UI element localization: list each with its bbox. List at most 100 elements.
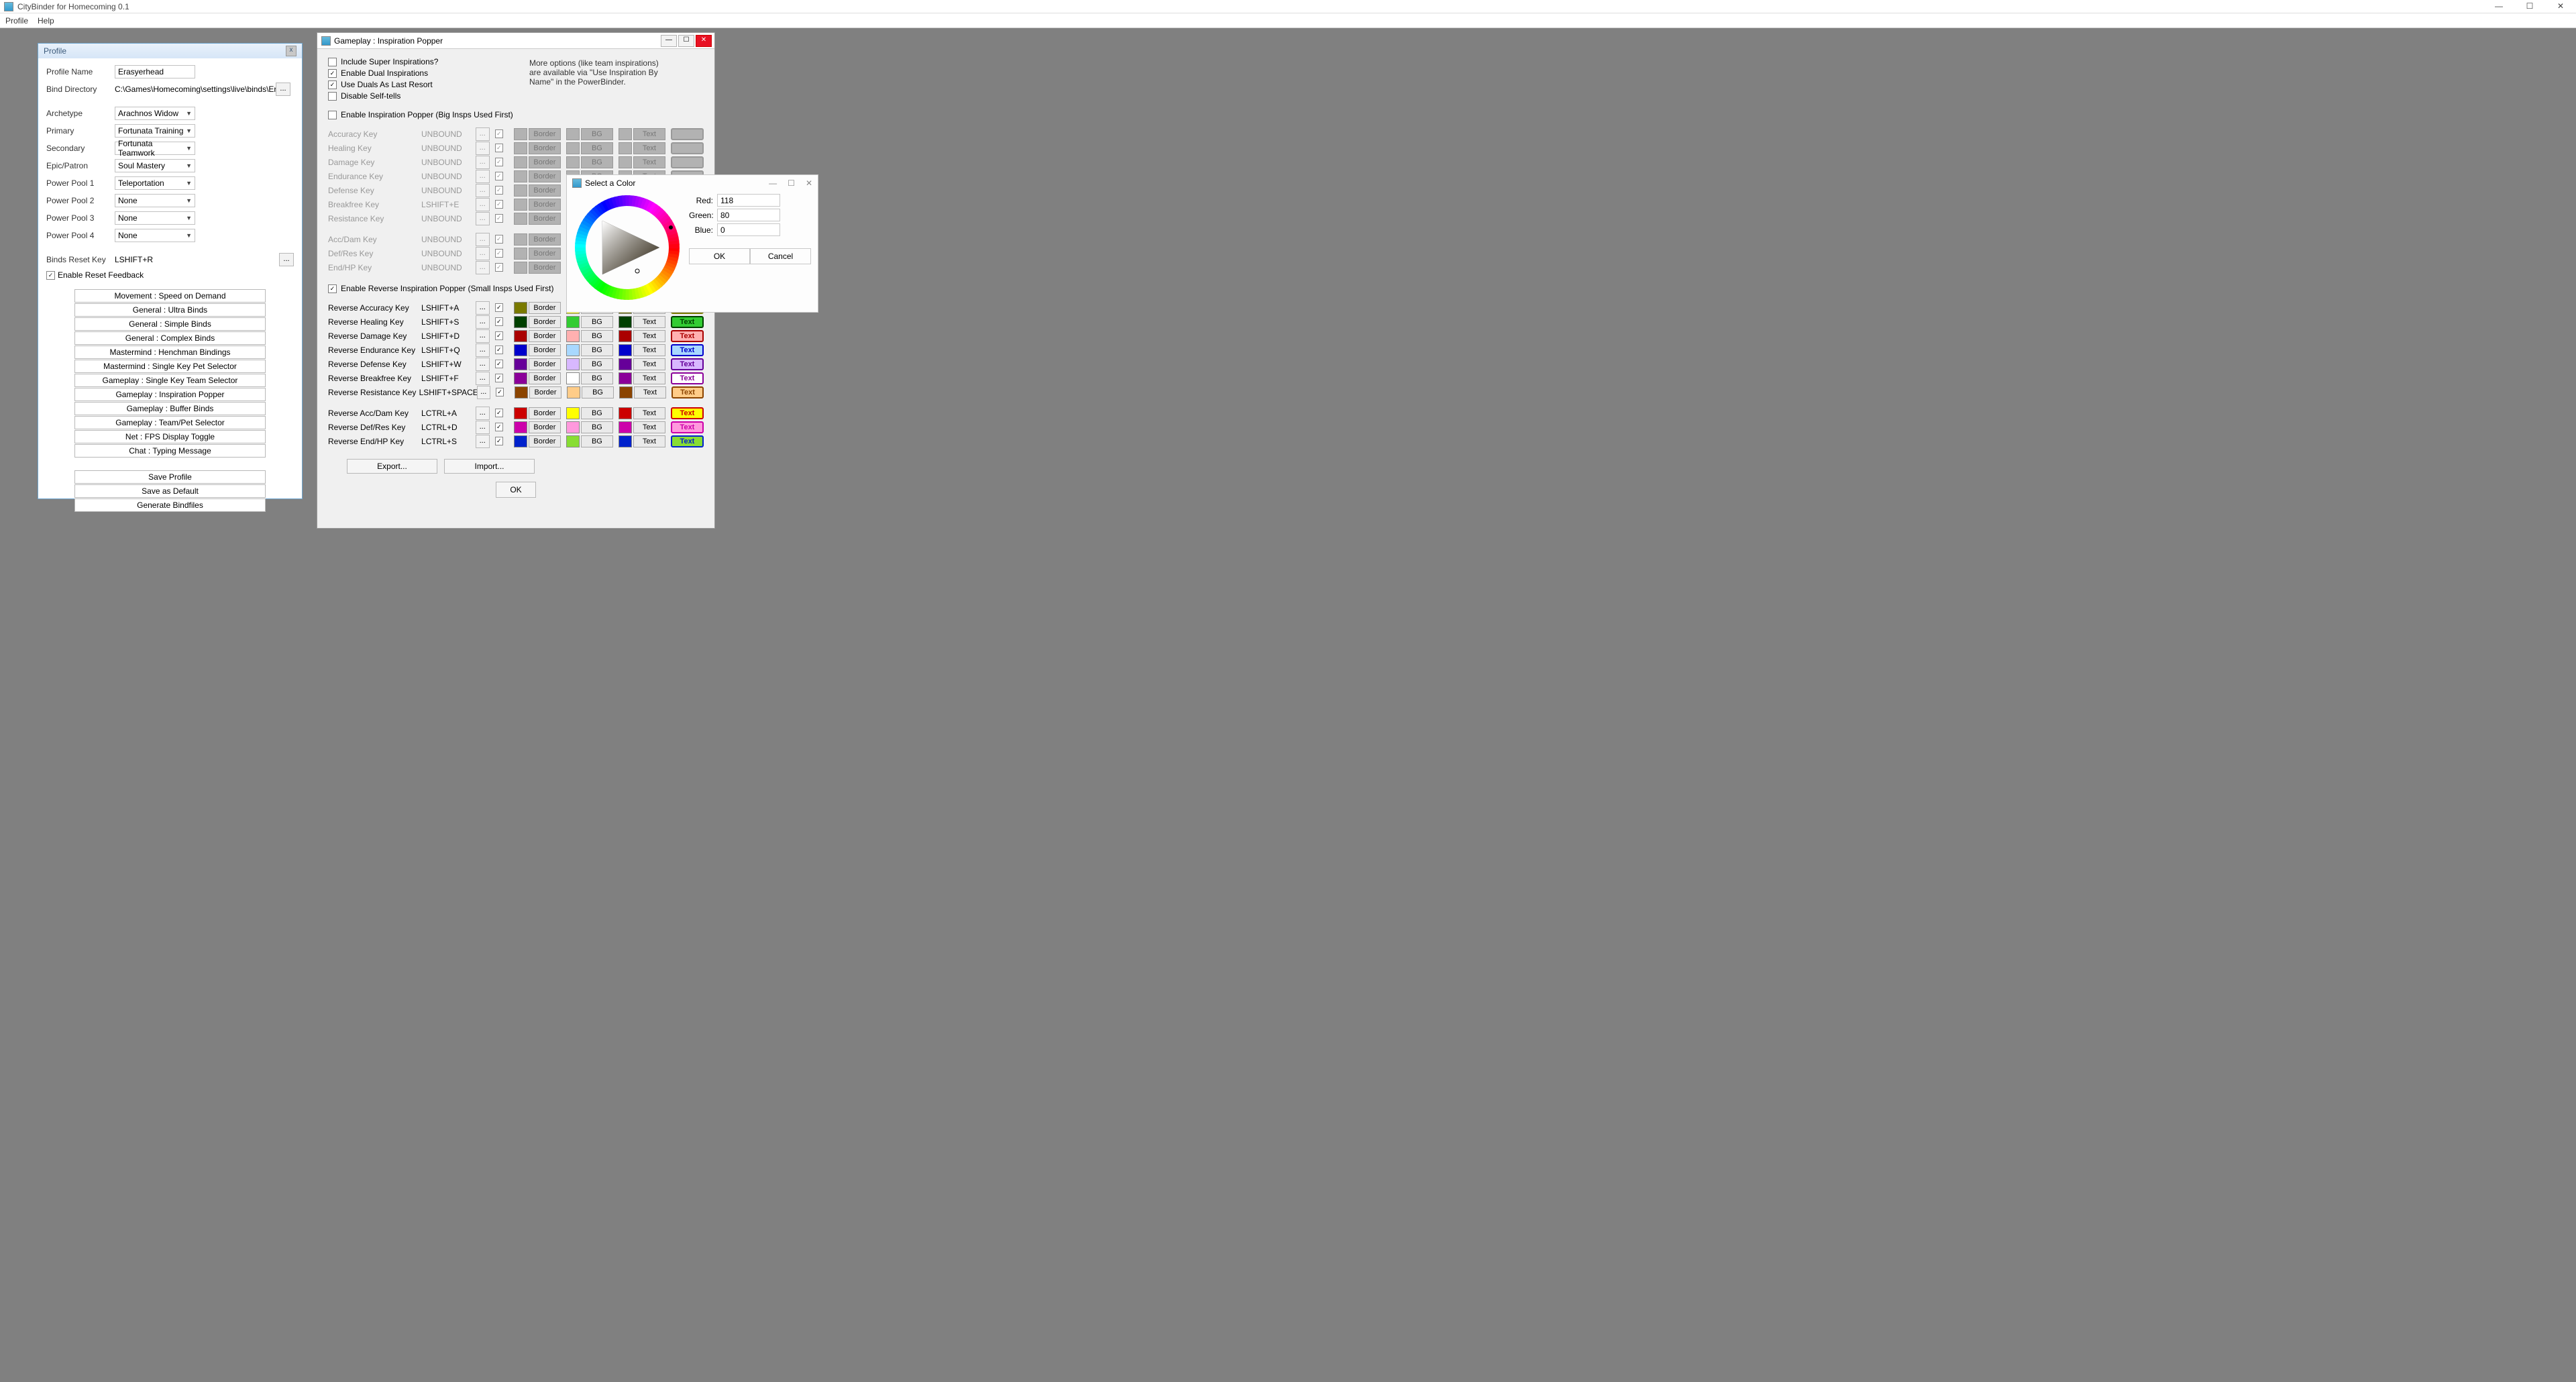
field-combo-7[interactable]: None▼ [115, 229, 195, 242]
fwd-text-button-2[interactable]: Text [633, 156, 665, 168]
opt-checkbox-3[interactable] [328, 92, 337, 101]
rev2-text-swatch-1[interactable] [619, 421, 632, 433]
rev2-text-button-0[interactable]: Text [633, 407, 665, 419]
blue-input[interactable] [717, 223, 780, 236]
module-button-0[interactable]: Movement : Speed on Demand [74, 289, 266, 303]
fwd-border-swatch-4[interactable] [514, 184, 527, 197]
binds-reset-key-set-button[interactable]: ... [279, 253, 294, 266]
fwd-bg-button-2[interactable]: BG [581, 156, 613, 168]
rev-check-3[interactable]: ✓ [495, 346, 503, 354]
fwd-bg-swatch-1[interactable] [566, 142, 580, 154]
enable-popper-checkbox[interactable] [328, 111, 337, 119]
rev2-bg-swatch-0[interactable] [566, 407, 580, 419]
fwd-text-swatch-1[interactable] [619, 142, 632, 154]
export-button[interactable]: Export... [347, 459, 437, 474]
rev-bg-swatch-4[interactable] [566, 358, 580, 370]
fwd2-setkey-0[interactable]: ... [476, 233, 490, 246]
gameplay-close-button[interactable]: ✕ [696, 35, 712, 47]
minimize-button[interactable]: — [2483, 0, 2514, 13]
rev-text-swatch-2[interactable] [619, 330, 632, 342]
rev-setkey-5[interactable]: ... [476, 372, 490, 385]
gameplay-maximize-button[interactable]: ☐ [678, 35, 694, 47]
rev-border-button-2[interactable]: Border [529, 330, 561, 342]
close-button[interactable]: ✕ [2545, 0, 2576, 13]
gameplay-minimize-button[interactable]: — [661, 35, 677, 47]
rev2-border-button-2[interactable]: Border [529, 435, 561, 447]
rev-border-button-6[interactable]: Border [529, 386, 561, 398]
rev-bg-swatch-6[interactable] [567, 386, 580, 398]
rev-check-6[interactable]: ✓ [496, 388, 504, 396]
fwd-check-5[interactable]: ✓ [495, 200, 503, 209]
gameplay-ok-button[interactable]: OK [496, 482, 536, 498]
rev-bg-button-1[interactable]: BG [581, 316, 613, 328]
color-wheel[interactable] [574, 194, 681, 301]
rev2-bg-swatch-2[interactable] [566, 435, 580, 447]
rev-bg-swatch-5[interactable] [566, 372, 580, 384]
module-button-2[interactable]: General : Simple Binds [74, 317, 266, 331]
rev-setkey-4[interactable]: ... [476, 358, 490, 371]
rev2-text-button-2[interactable]: Text [633, 435, 665, 447]
rev-border-button-5[interactable]: Border [529, 372, 561, 384]
rev-border-button-4[interactable]: Border [529, 358, 561, 370]
field-combo-6[interactable]: None▼ [115, 211, 195, 225]
rev-bg-button-2[interactable]: BG [581, 330, 613, 342]
rev2-text-swatch-2[interactable] [619, 435, 632, 447]
rev-check-2[interactable]: ✓ [495, 331, 503, 340]
rev2-border-swatch-1[interactable] [514, 421, 527, 433]
rev-check-0[interactable]: ✓ [495, 303, 503, 312]
fwd-setkey-4[interactable]: ... [476, 184, 490, 197]
rev-bg-button-6[interactable]: BG [582, 386, 614, 398]
module-button-8[interactable]: Gameplay : Buffer Binds [74, 402, 266, 415]
fwd-border-button-6[interactable]: Border [529, 213, 561, 225]
action-button-0[interactable]: Save Profile [74, 470, 266, 484]
rev-check-5[interactable]: ✓ [495, 374, 503, 382]
fwd-bg-button-0[interactable]: BG [581, 128, 613, 140]
rev-text-swatch-4[interactable] [619, 358, 632, 370]
profile-close-button[interactable]: x [286, 46, 297, 56]
module-button-1[interactable]: General : Ultra Binds [74, 303, 266, 317]
rev-border-swatch-0[interactable] [514, 302, 527, 314]
rev2-bg-button-1[interactable]: BG [581, 421, 613, 433]
fwd-setkey-0[interactable]: ... [476, 127, 490, 141]
rev-text-button-1[interactable]: Text [633, 316, 665, 328]
fwd-bg-button-1[interactable]: BG [581, 142, 613, 154]
field-combo-4[interactable]: Teleportation▼ [115, 176, 195, 190]
menu-help[interactable]: Help [38, 16, 54, 25]
rev-border-button-1[interactable]: Border [529, 316, 561, 328]
fwd-border-button-3[interactable]: Border [529, 170, 561, 182]
fwd-border-swatch-1[interactable] [514, 142, 527, 154]
fwd-bg-swatch-0[interactable] [566, 128, 580, 140]
fwd-border-swatch-5[interactable] [514, 199, 527, 211]
rev2-border-button-1[interactable]: Border [529, 421, 561, 433]
module-button-10[interactable]: Net : FPS Display Toggle [74, 430, 266, 443]
opt-checkbox-1[interactable]: ✓ [328, 69, 337, 78]
colorpicker-ok-button[interactable]: OK [689, 248, 750, 264]
rev-bg-swatch-1[interactable] [566, 316, 580, 328]
fwd-setkey-5[interactable]: ... [476, 198, 490, 211]
module-button-11[interactable]: Chat : Typing Message [74, 444, 266, 458]
colorpicker-minimize-button[interactable]: — [769, 178, 777, 188]
fwd-border-button-4[interactable]: Border [529, 184, 561, 197]
fwd-check-1[interactable]: ✓ [495, 144, 503, 152]
rev-text-swatch-6[interactable] [619, 386, 633, 398]
action-button-1[interactable]: Save as Default [74, 484, 266, 498]
field-combo-5[interactable]: None▼ [115, 194, 195, 207]
fwd-check-4[interactable]: ✓ [495, 186, 503, 195]
rev-text-button-3[interactable]: Text [633, 344, 665, 356]
rev2-setkey-0[interactable]: ... [476, 407, 490, 420]
rev-setkey-3[interactable]: ... [476, 343, 490, 357]
rev-check-4[interactable]: ✓ [495, 360, 503, 368]
maximize-button[interactable]: ☐ [2514, 0, 2545, 13]
import-button[interactable]: Import... [444, 459, 535, 474]
fwd2-setkey-2[interactable]: ... [476, 261, 490, 274]
red-input[interactable] [717, 194, 780, 207]
rev-border-button-3[interactable]: Border [529, 344, 561, 356]
field-combo-2[interactable]: Fortunata Teamwork▼ [115, 142, 195, 155]
bind-directory-browse-button[interactable]: ... [276, 83, 290, 96]
rev2-bg-swatch-1[interactable] [566, 421, 580, 433]
rev-text-button-6[interactable]: Text [634, 386, 666, 398]
fwd2-border-swatch-2[interactable] [514, 262, 527, 274]
fwd-check-0[interactable]: ✓ [495, 129, 503, 138]
fwd-border-button-2[interactable]: Border [529, 156, 561, 168]
colorpicker-close-button[interactable]: ✕ [806, 178, 812, 188]
